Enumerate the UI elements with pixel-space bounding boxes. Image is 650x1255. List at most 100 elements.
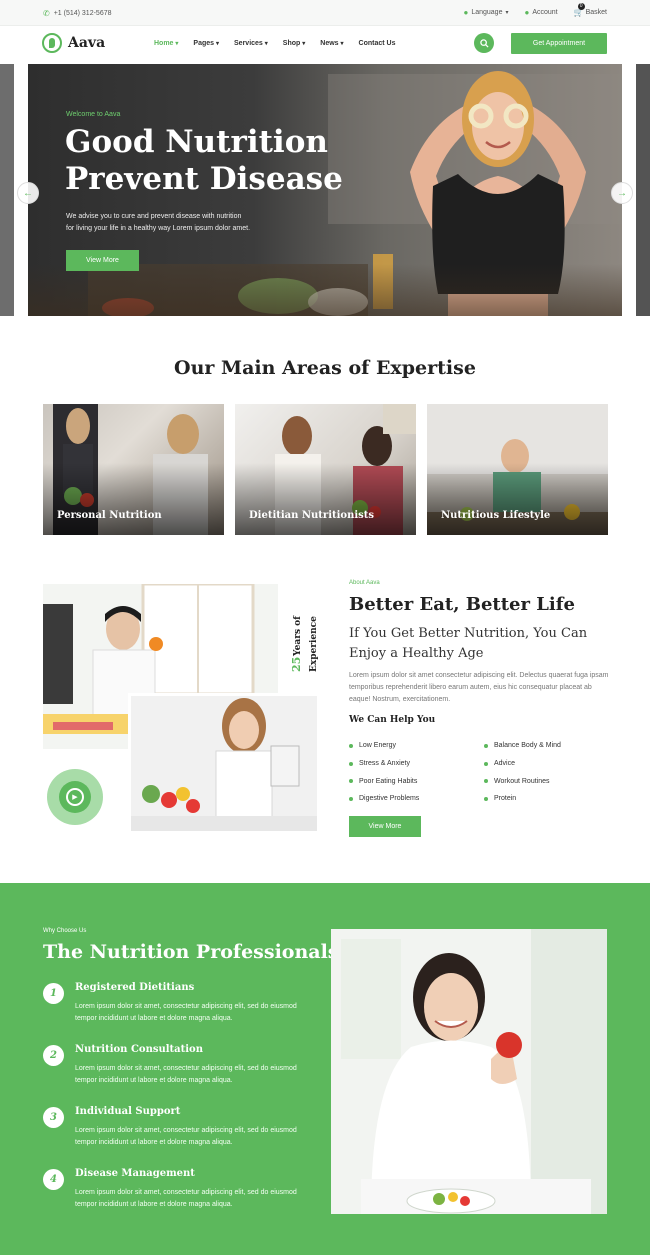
globe-icon: ●	[463, 8, 469, 17]
list-item-label: Protein	[494, 795, 517, 803]
expertise-card-lifestyle[interactable]: Nutritious Lifestyle	[427, 404, 608, 535]
nav-item-news[interactable]: News ▾	[320, 40, 343, 47]
about-image-nutritionist	[128, 693, 320, 834]
nav-item-home[interactable]: Home ▾	[154, 40, 178, 47]
nav-item-label: Home	[154, 40, 174, 47]
list-item: Poor Eating Habits	[349, 772, 479, 790]
hero-description: We advise you to cure and prevent diseas…	[66, 211, 286, 235]
list-item: Balance Body & Mind	[484, 737, 614, 755]
feature-title: Individual Support	[75, 1106, 181, 1117]
list-item-label: Balance Body & Mind	[494, 742, 561, 750]
search-button[interactable]	[474, 33, 494, 53]
chevron-down-icon: ▾	[175, 41, 179, 47]
list-item-label: Poor Eating Habits	[359, 777, 418, 785]
list-item: Protein	[484, 790, 614, 808]
bullet-icon	[349, 743, 353, 748]
bullet-icon	[349, 761, 353, 766]
list-item: Workout Routines	[484, 772, 614, 790]
card-label: Dietitian Nutritionists	[249, 510, 375, 521]
list-item: Stress & Anxiety	[349, 755, 479, 773]
nav-item-services[interactable]: Services ▾	[234, 40, 268, 47]
feature-desc: Lorem ipsum dolor sit amet, consectetur …	[75, 1127, 297, 1146]
basket-label: Basket	[585, 9, 607, 16]
years-experience-badge: 25 Years of Experience	[286, 604, 322, 674]
main-nav: Aava Home ▾ Pages ▾ Services ▾ Shop ▾ Ne…	[0, 27, 650, 63]
chevron-down-icon: ▾	[216, 41, 220, 47]
play-icon: ▶	[66, 788, 84, 806]
slider-next-button[interactable]: →	[611, 182, 633, 204]
feature-desc: Lorem ipsum dolor sit amet, consectetur …	[75, 1003, 297, 1022]
brand-logo[interactable]: Aava	[42, 33, 105, 53]
nav-item-label: News	[320, 40, 339, 47]
chevron-down-icon: ▾	[264, 41, 268, 47]
hero-title-line2: Prevent Disease	[65, 161, 343, 197]
arrow-right-icon: →	[617, 187, 627, 199]
chevron-down-icon: ▾	[340, 41, 344, 47]
feature-title: Nutrition Consultation	[75, 1044, 203, 1055]
list-item-label: Low Energy	[359, 742, 396, 750]
top-bar: ✆ +1 (514) 312-5678 ● Language ▾ ● Accou…	[0, 0, 650, 26]
card-label: Nutritious Lifestyle	[441, 510, 551, 521]
brand-name: Aava	[68, 35, 106, 51]
expertise-card-personal-nutrition[interactable]: Personal Nutrition	[43, 404, 224, 535]
help-title: We Can Help You	[349, 715, 436, 725]
feature-number-badge: 3	[43, 1107, 64, 1128]
get-appointment-button[interactable]: Get Appointment	[511, 33, 607, 54]
about-subtitle-line1: If You Get Better Nutrition, You Can	[349, 626, 588, 641]
about-kicker: About Aava	[349, 580, 380, 586]
account-label: Account	[532, 9, 558, 16]
why-choose-section: Why Choose Us The Nutrition Professional…	[0, 883, 650, 1255]
help-list-right: Balance Body & Mind Advice Workout Routi…	[484, 737, 614, 808]
slider-prev-button[interactable]: ←	[17, 182, 39, 204]
phone-icon: ✆	[43, 9, 50, 18]
bullet-icon	[349, 779, 353, 784]
phone-number: +1 (514) 312-5678	[53, 10, 112, 17]
nav-item-pages[interactable]: Pages ▾	[193, 40, 219, 47]
woman-with-apple-photo	[331, 929, 607, 1214]
basket-count-badge: 0	[577, 3, 585, 10]
bullet-icon	[484, 743, 488, 748]
search-icon	[479, 38, 489, 48]
why-kicker: Why Choose Us	[43, 928, 87, 934]
expertise-card-dietitian[interactable]: Dietitian Nutritionists	[235, 404, 416, 535]
arrow-left-icon: ←	[23, 187, 33, 199]
why-image	[331, 929, 607, 1214]
account-link[interactable]: ● Account	[524, 8, 557, 17]
nav-item-label: Contact Us	[358, 40, 396, 47]
feature-number-badge: 2	[43, 1045, 64, 1066]
nav-item-label: Shop	[282, 40, 301, 47]
feature-number-badge: 1	[43, 983, 64, 1004]
nav-item-shop[interactable]: Shop ▾	[283, 40, 305, 47]
why-title: The Nutrition Professionals	[43, 941, 339, 963]
hero-view-more-button[interactable]: View More	[66, 250, 139, 271]
expertise-title: Our Main Areas of Expertise	[174, 357, 476, 379]
list-item: Digestive Problems	[349, 790, 479, 808]
prev-slide-peek	[0, 64, 14, 316]
hero-title: Good Nutrition Prevent Disease	[65, 124, 365, 198]
feature-title: Registered Dietitians	[75, 982, 195, 993]
hero-desc-line1: We advise you to cure and prevent diseas…	[66, 213, 242, 220]
play-button-inner: ▶	[59, 781, 91, 813]
about-subtitle: If You Get Better Nutrition, You Can Enj…	[349, 624, 609, 664]
hero-kicker: Welcome to Aava	[66, 111, 121, 118]
nav-item-contact[interactable]: Contact Us	[359, 40, 396, 47]
hero-slider: Welcome to Aava Good Nutrition Prevent D…	[28, 64, 622, 316]
about-paragraph: Lorem ipsum dolor sit amet consectetur a…	[349, 672, 609, 703]
leaf-logo-icon	[42, 33, 62, 53]
nav-menu: Home ▾ Pages ▾ Services ▾ Shop ▾ News ▾ …	[154, 40, 395, 47]
hero-desc-line2: for living your life in a healthy way Lo…	[66, 225, 251, 232]
card-label: Personal Nutrition	[57, 510, 162, 521]
list-item: Low Energy	[349, 737, 479, 755]
about-view-more-button[interactable]: View More	[349, 816, 421, 837]
language-selector[interactable]: ● Language ▾	[463, 8, 508, 17]
about-subtitle-line2: Enjoy a Healthy Age	[349, 646, 484, 661]
basket-link[interactable]: 🛒 0 Basket	[574, 3, 607, 17]
bullet-icon	[484, 779, 488, 784]
top-phone[interactable]: ✆ +1 (514) 312-5678	[43, 9, 112, 18]
feature-title: Disease Management	[75, 1168, 195, 1179]
chevron-down-icon: ▾	[302, 41, 306, 47]
list-item-label: Stress & Anxiety	[359, 760, 410, 768]
nav-item-label: Pages	[193, 40, 215, 47]
years-text: Years of	[293, 615, 303, 657]
play-video-button[interactable]: ▶	[47, 769, 103, 825]
